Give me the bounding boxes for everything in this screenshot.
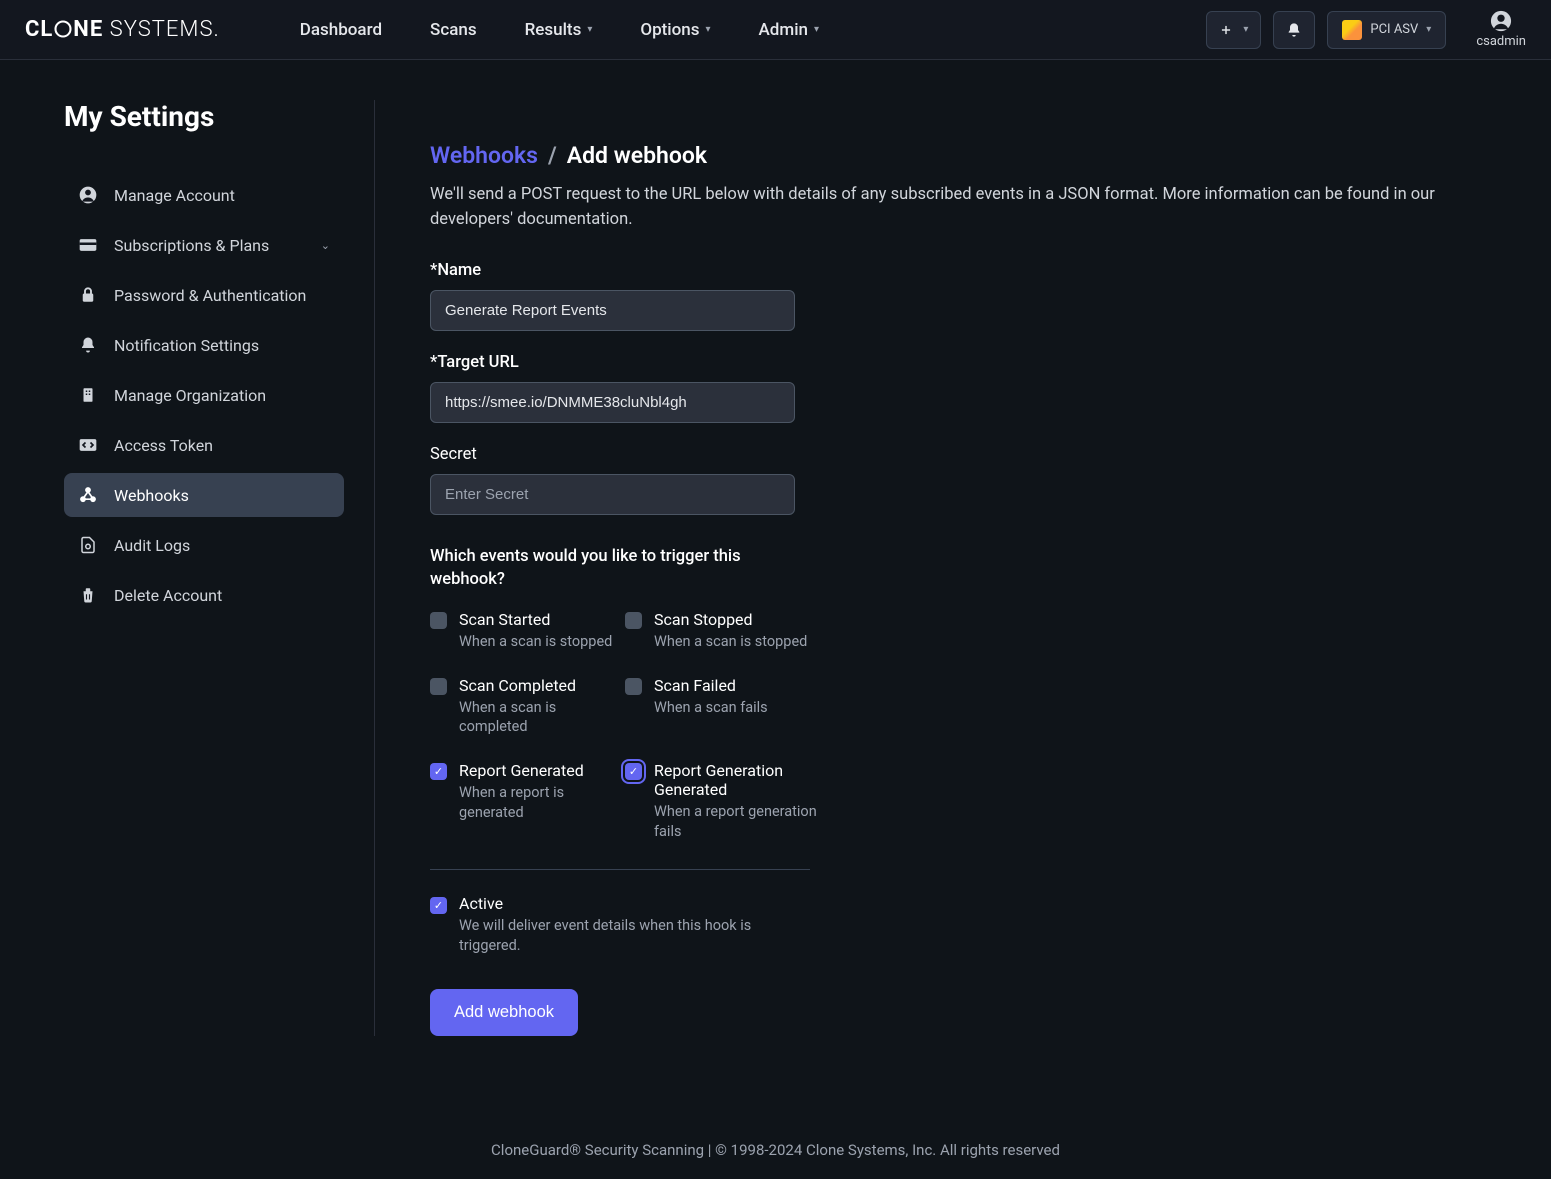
breadcrumb-separator: / [548, 142, 557, 169]
sidebar-item-notifications[interactable]: Notification Settings [64, 323, 344, 367]
event-scan-stopped: Scan Stopped When a scan is stopped [625, 610, 820, 652]
event-report-generated: ✓ Report Generated When a report is gene… [430, 761, 625, 841]
code-icon [78, 435, 98, 455]
document-icon [78, 535, 98, 555]
name-label: *Name [430, 261, 1481, 280]
sidebar-menu: Manage Account Subscriptions & Plans ⌄ P… [64, 173, 344, 617]
name-input[interactable] [430, 290, 795, 331]
chevron-down-icon: ▾ [1426, 24, 1431, 35]
event-desc: When a scan is stopped [654, 632, 807, 652]
sidebar: My Settings Manage Account Subscriptions… [64, 100, 374, 1036]
trash-icon [78, 585, 98, 605]
checkbox-report-generated[interactable]: ✓ [430, 763, 447, 780]
sidebar-item-label: Password & Authentication [114, 286, 306, 305]
user-avatar-icon [1490, 10, 1512, 32]
target-url-label: *Target URL [430, 353, 1481, 372]
nav-dashboard[interactable]: Dashboard [300, 20, 382, 40]
checkbox-scan-completed[interactable] [430, 678, 447, 695]
footer-text: CloneGuard® Security Scanning | © 1998-2… [0, 1141, 1551, 1159]
breadcrumb-current: Add webhook [567, 142, 707, 169]
page-title: My Settings [64, 100, 344, 133]
user-menu[interactable]: csadmin [1476, 10, 1526, 49]
event-desc: When a scan is stopped [459, 632, 612, 652]
sidebar-item-label: Webhooks [114, 486, 189, 505]
event-title: Scan Started [459, 610, 612, 629]
event-title: Report Generation Generated [654, 761, 820, 799]
event-title: Scan Completed [459, 676, 625, 695]
event-desc: When a report generation fails [654, 802, 820, 841]
sidebar-item-subscriptions[interactable]: Subscriptions & Plans ⌄ [64, 223, 344, 267]
top-nav: CLNE SYSTEMS. Dashboard Scans Results▾ O… [0, 0, 1551, 60]
pci-badge-icon [1342, 20, 1362, 40]
event-scan-started: Scan Started When a scan is stopped [430, 610, 625, 652]
webhook-icon [78, 485, 98, 505]
checkbox-report-generation-generated[interactable]: ✓ [625, 763, 642, 780]
card-icon [78, 235, 98, 255]
breadcrumb: Webhooks / Add webhook [430, 142, 1481, 169]
breadcrumb-parent[interactable]: Webhooks [430, 142, 538, 169]
sidebar-item-label: Access Token [114, 436, 213, 455]
checkbox-scan-started[interactable] [430, 612, 447, 629]
secret-label: Secret [430, 445, 1481, 464]
sidebar-item-password[interactable]: Password & Authentication [64, 273, 344, 317]
nav-options[interactable]: Options▾ [640, 20, 710, 40]
building-icon [78, 385, 98, 405]
event-report-generation-generated: ✓ Report Generation Generated When a rep… [625, 761, 820, 841]
event-title: Report Generated [459, 761, 625, 780]
page-description: We'll send a POST request to the URL bel… [430, 183, 1481, 233]
target-url-input[interactable] [430, 382, 795, 423]
chevron-down-icon: ▾ [706, 24, 711, 35]
secret-input[interactable] [430, 474, 795, 515]
sidebar-item-label: Notification Settings [114, 336, 259, 355]
chevron-down-icon: ▾ [814, 24, 819, 35]
checkbox-scan-failed[interactable] [625, 678, 642, 695]
add-button[interactable]: ▾ [1206, 11, 1261, 49]
sidebar-item-organization[interactable]: Manage Organization [64, 373, 344, 417]
plus-icon [1219, 23, 1233, 37]
notifications-button[interactable] [1273, 11, 1315, 49]
event-scan-completed: Scan Completed When a scan is completed [430, 676, 625, 737]
sidebar-item-label: Audit Logs [114, 536, 190, 555]
events-heading: Which events would you like to trigger t… [430, 545, 750, 593]
nav-items: Dashboard Scans Results▾ Options▾ Admin▾ [300, 20, 819, 40]
nav-admin[interactable]: Admin▾ [759, 20, 820, 40]
active-title: Active [459, 894, 790, 913]
nav-right: ▾ PCI ASV ▾ csadmin [1206, 10, 1526, 49]
active-desc: We will deliver event details when this … [459, 916, 790, 955]
pci-asv-button[interactable]: PCI ASV ▾ [1327, 11, 1446, 49]
sidebar-item-audit-logs[interactable]: Audit Logs [64, 523, 344, 567]
events-grid: Scan Started When a scan is stopped Scan… [430, 610, 810, 870]
logo[interactable]: CLNE SYSTEMS. [25, 17, 220, 42]
sidebar-item-label: Manage Account [114, 186, 235, 205]
event-desc: When a scan is completed [459, 698, 625, 737]
checkbox-active[interactable]: ✓ [430, 897, 447, 914]
active-block: ✓ Active We will deliver event details w… [430, 894, 790, 955]
sidebar-item-manage-account[interactable]: Manage Account [64, 173, 344, 217]
event-title: Scan Stopped [654, 610, 807, 629]
sidebar-item-access-token[interactable]: Access Token [64, 423, 344, 467]
nav-scans[interactable]: Scans [430, 20, 477, 40]
event-title: Scan Failed [654, 676, 768, 695]
sidebar-item-label: Delete Account [114, 586, 222, 605]
chevron-down-icon: ▾ [1243, 24, 1248, 35]
bell-icon [78, 335, 98, 355]
main-content: Webhooks / Add webhook We'll send a POST… [374, 100, 1481, 1036]
sidebar-item-label: Manage Organization [114, 386, 266, 405]
chevron-down-icon: ⌄ [321, 239, 330, 252]
lock-icon [78, 285, 98, 305]
sidebar-item-label: Subscriptions & Plans [114, 236, 269, 255]
event-scan-failed: Scan Failed When a scan fails [625, 676, 820, 737]
event-desc: When a report is generated [459, 783, 625, 822]
checkbox-scan-stopped[interactable] [625, 612, 642, 629]
sidebar-item-delete-account[interactable]: Delete Account [64, 573, 344, 617]
add-webhook-button[interactable]: Add webhook [430, 989, 578, 1036]
bell-icon [1286, 22, 1302, 38]
event-desc: When a scan fails [654, 698, 768, 718]
sidebar-item-webhooks[interactable]: Webhooks [64, 473, 344, 517]
nav-results[interactable]: Results▾ [525, 20, 593, 40]
account-icon [78, 185, 98, 205]
chevron-down-icon: ▾ [587, 24, 592, 35]
